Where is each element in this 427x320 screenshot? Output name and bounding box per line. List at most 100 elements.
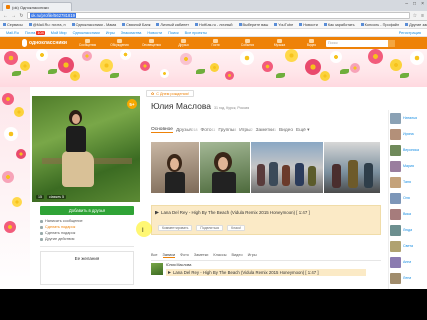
portal-link[interactable]: Одноклассники [73, 31, 100, 35]
photo-thumb[interactable] [151, 142, 199, 193]
profile-action-label: Сделать подарок [45, 225, 76, 229]
profile-tab[interactable]: Заметки1 [256, 128, 276, 133]
feed-author[interactable]: Юлия Маслова [166, 263, 366, 267]
profile-tab[interactable]: Игры2 [239, 128, 252, 133]
ok-toolbar-item[interactable]: Оповещения [137, 38, 166, 48]
feed-track[interactable]: Lana Del Rey - High By The Beach (Vidula… [166, 269, 366, 276]
friend-item[interactable]: Лена [389, 270, 427, 286]
music-action-button[interactable]: Класс! [227, 225, 246, 231]
avatar[interactable] [390, 160, 401, 172]
avatar[interactable] [151, 263, 163, 275]
register-link[interactable]: Регистрация [399, 31, 421, 35]
profile-photos-strip [151, 142, 381, 193]
bookmark-item[interactable]: @Mail.Ru: почта, п [28, 23, 66, 27]
ok-search-input[interactable]: Поиск [326, 39, 395, 47]
url-field[interactable]: ok.ru/profile/562781819 [27, 12, 410, 19]
bookmark-item[interactable]: Связной Банк [122, 23, 150, 27]
play-icon[interactable] [168, 271, 171, 274]
feed-tab[interactable]: Игры [248, 253, 257, 258]
portal-link[interactable]: Почта 104 [25, 30, 45, 35]
avatar[interactable] [390, 272, 401, 284]
bookmark-item[interactable]: Одноклассники - Мама [71, 23, 116, 27]
ok-toolbar-item[interactable]: Гости [201, 38, 230, 48]
profile-tab[interactable]: Основное [151, 127, 173, 133]
friend-item[interactable]: Ирина [389, 126, 427, 142]
ok-toolbar-item[interactable]: Сообщения [73, 38, 102, 48]
add-friend-button[interactable]: Добавить в друзья [40, 206, 134, 215]
feed-tab[interactable]: Все [151, 253, 158, 258]
feed-tab[interactable]: Классы [213, 253, 226, 258]
profile-action-link[interactable]: Другие действия [40, 236, 140, 242]
photo-thumb[interactable] [200, 142, 250, 193]
bookmark-item[interactable]: Выберите ваш [238, 23, 268, 27]
bookmark-item[interactable]: Сервисы [3, 23, 23, 27]
menu-icon[interactable]: ≡ [421, 13, 424, 19]
bookmark-item[interactable]: Новости [299, 23, 318, 27]
profile-tab[interactable]: Ещё ▾ [296, 128, 310, 133]
star-icon[interactable]: ☆ [413, 13, 417, 19]
close-icon[interactable]: × [421, 1, 424, 7]
browser-tab[interactable]: (ok) Одноклассники [2, 2, 72, 11]
bookmark-item[interactable]: Личный кабинет [156, 23, 189, 27]
friend-item[interactable]: Люда [389, 222, 427, 238]
photo-thumb[interactable] [251, 142, 323, 193]
wishlist-block[interactable]: Ее желания [40, 251, 134, 285]
minimize-icon[interactable]: – [405, 1, 408, 7]
ok-toolbar-item[interactable]: Видео [297, 38, 326, 48]
search-icon[interactable] [388, 39, 395, 47]
avatar[interactable] [390, 256, 401, 268]
avatar[interactable] [390, 128, 401, 140]
friend-item[interactable]: Анна [389, 254, 427, 270]
portal-link[interactable]: Поиск [168, 31, 179, 35]
bookmark-item[interactable]: Как заработать [323, 23, 355, 27]
profile-tab[interactable]: Друзья218 [176, 128, 198, 133]
portal-link[interactable]: Все проекты [185, 31, 207, 35]
portal-link[interactable]: Мой Мир [51, 31, 67, 35]
maximize-icon[interactable]: □ [413, 1, 416, 7]
friend-item[interactable]: Мария [389, 158, 427, 174]
ok-toolbar-item[interactable]: События [233, 38, 262, 48]
forward-icon[interactable]: → [11, 13, 16, 19]
play-icon[interactable] [155, 210, 159, 215]
friend-item[interactable]: Вика [389, 206, 427, 222]
music-action-button[interactable]: Поделиться [196, 225, 224, 231]
avatar[interactable] [390, 240, 401, 252]
bookmark-item[interactable]: HotKas.ru - личный [195, 23, 233, 27]
reload-icon[interactable]: ↻ [19, 13, 24, 19]
avatar[interactable] [390, 144, 401, 156]
ok-toolbar-item[interactable]: Обсуждения [105, 38, 134, 48]
music-track[interactable]: Lana Del Rey - High By The Beach (Vidula… [155, 210, 310, 215]
avatar[interactable] [390, 176, 401, 188]
avatar[interactable] [390, 224, 401, 236]
portal-link[interactable]: Знакомства [121, 31, 142, 35]
ok-toolbar-item[interactable]: Музыка [265, 38, 294, 48]
portal-link[interactable]: Новости [147, 31, 162, 35]
photo-thumb[interactable] [324, 142, 380, 193]
profile-tab[interactable]: Группы8 [218, 128, 236, 133]
friend-item[interactable]: Наталья [389, 110, 427, 126]
bookmark-item[interactable]: Консоль - Профайл [360, 23, 399, 27]
avatar[interactable] [390, 208, 401, 220]
profile-photo[interactable]: 5+ 15 classes 5 [32, 96, 140, 202]
profile-tab[interactable]: Видео [279, 128, 293, 133]
music-action-button[interactable]: Комментировать [158, 225, 193, 231]
bookmark-item[interactable]: Другие закладки [405, 23, 427, 27]
bookmark-item[interactable]: YouTube [274, 23, 293, 27]
friend-item[interactable]: Таня [389, 174, 427, 190]
friend-item[interactable]: Вероника [389, 142, 427, 158]
feed-tab[interactable]: Записи [162, 253, 176, 258]
ok-logo[interactable]: одноклассники [22, 39, 67, 47]
friend-item[interactable]: Оля [389, 190, 427, 206]
back-icon[interactable]: ← [3, 13, 8, 19]
feed-tab[interactable]: Заметки [194, 253, 209, 258]
profile-tab[interactable]: Фото11 [201, 128, 216, 133]
portal-link[interactable]: Mail.Ru [6, 31, 19, 35]
portal-link[interactable]: Игры [106, 31, 115, 35]
feed-tab[interactable]: Видео [232, 253, 243, 258]
ok-toolbar-item[interactable]: Друзья [169, 38, 198, 48]
friend-item[interactable]: Света [389, 238, 427, 254]
birthday-button[interactable]: ✿ С Днем рождения! [146, 90, 194, 97]
feed-tab[interactable]: Фото [180, 253, 189, 258]
avatar[interactable] [390, 112, 401, 124]
avatar[interactable] [390, 192, 401, 204]
